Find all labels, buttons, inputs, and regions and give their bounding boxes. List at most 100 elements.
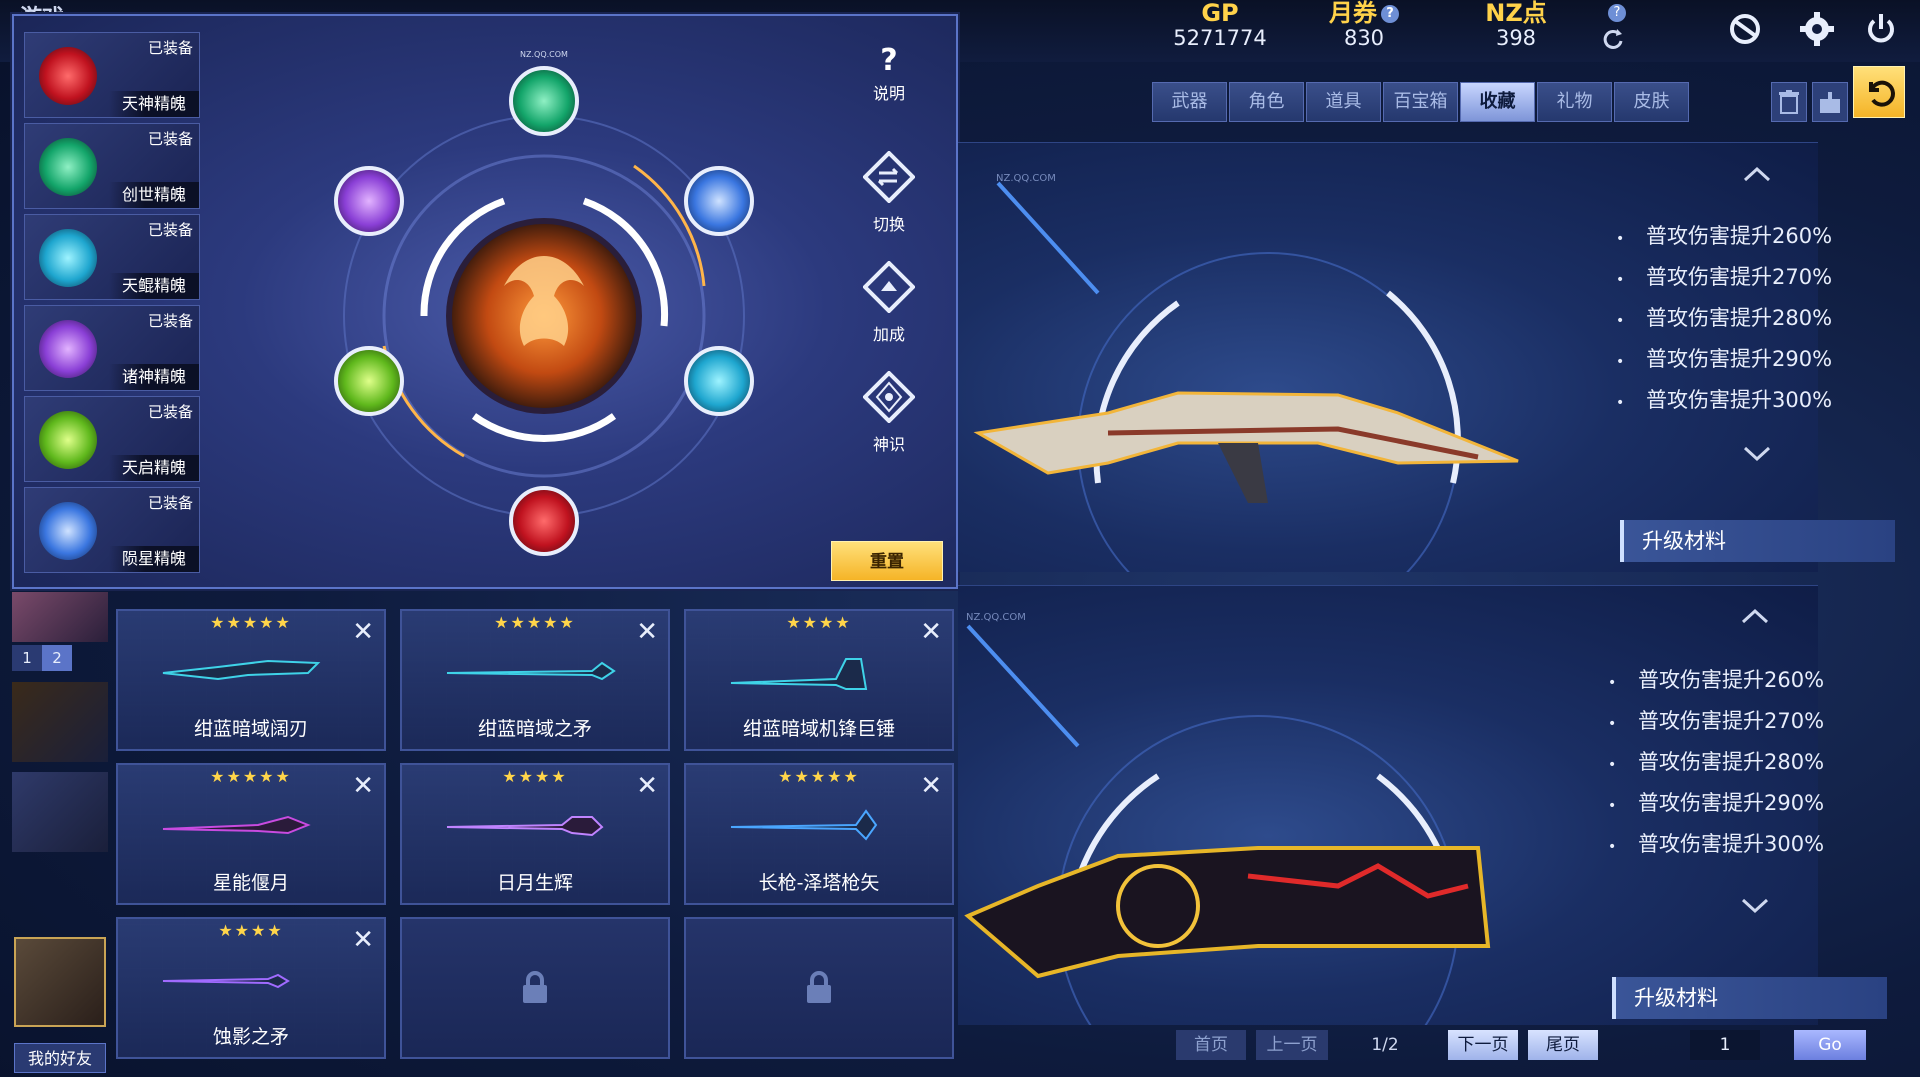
star-rating: ★★★★★ bbox=[210, 767, 292, 786]
remove-icon[interactable]: ✕ bbox=[636, 619, 658, 645]
star-rating: ★★★★ bbox=[502, 767, 568, 786]
upgrade-materials-bar[interactable]: 升级材料 bbox=[1612, 977, 1887, 1019]
gift-box-icon[interactable] bbox=[1812, 82, 1848, 122]
scroll-up-icon[interactable] bbox=[1740, 606, 1770, 626]
tab-weapons[interactable]: 武器 bbox=[1152, 82, 1227, 122]
weapon-thumbnail[interactable] bbox=[12, 772, 108, 852]
weapon-slot[interactable]: ★★★★ ✕ 绀蓝暗域机锋巨锤 bbox=[684, 609, 954, 751]
tab-characters[interactable]: 角色 bbox=[1229, 82, 1304, 122]
tab-gifts[interactable]: 礼物 bbox=[1537, 82, 1612, 122]
headset-icon[interactable] bbox=[1722, 6, 1768, 52]
soul-item-tianshen[interactable]: 已装备 天神精魄 bbox=[24, 32, 200, 118]
help-icon[interactable]: ? bbox=[1381, 5, 1399, 23]
weapon-slot[interactable]: ★★★★ ✕ 蚀影之矛 bbox=[116, 917, 386, 1059]
scroll-down-icon[interactable] bbox=[1742, 444, 1772, 464]
monthly-ticket-counter: 月券? 830 bbox=[1304, 0, 1424, 50]
reset-button[interactable]: 重置 bbox=[831, 541, 943, 581]
avatar[interactable] bbox=[12, 592, 108, 642]
tab-items[interactable]: 道具 bbox=[1306, 82, 1381, 122]
stat-list-2: • 普攻伤害提升260% • 普攻伤害提升270% • 普攻伤害提升280% • 普攻伤… bbox=[1608, 660, 1878, 865]
scroll-down-icon[interactable] bbox=[1740, 896, 1770, 916]
divine-sense-button[interactable]: 神识 bbox=[854, 370, 924, 455]
soul-name: 天鲲精魄 bbox=[109, 273, 199, 299]
last-page-button[interactable]: 尾页 bbox=[1528, 1030, 1598, 1060]
next-page-button[interactable]: 下一页 bbox=[1448, 1030, 1518, 1060]
soul-orb-icon bbox=[39, 138, 97, 196]
go-button[interactable]: Go bbox=[1794, 1030, 1866, 1060]
my-friends-button[interactable]: 我的好友 bbox=[14, 1043, 106, 1073]
star-rating: ★★★★ bbox=[218, 921, 284, 940]
power-icon[interactable] bbox=[1858, 6, 1904, 52]
stat-line: • 普攻伤害提升300% bbox=[1608, 832, 1825, 856]
weapon-image bbox=[162, 973, 290, 989]
soul-item-yunxing[interactable]: 已装备 陨星精魄 bbox=[24, 487, 200, 573]
weapon-slot[interactable]: ★★★★★ ✕ 星能偃月 bbox=[116, 763, 386, 905]
side-page-1[interactable]: 1 bbox=[12, 645, 42, 671]
stat-line: • 普攻伤害提升260% bbox=[1616, 224, 1833, 248]
weapon-thumbnail[interactable] bbox=[12, 682, 108, 762]
lock-icon bbox=[807, 971, 831, 1003]
upgrade-materials-bar[interactable]: 升级材料 bbox=[1620, 520, 1895, 562]
equipped-badge: 已装备 bbox=[147, 312, 193, 330]
remove-icon[interactable]: ✕ bbox=[636, 773, 658, 799]
switch-label: 切换 bbox=[872, 215, 905, 234]
soul-item-tianqi[interactable]: 已装备 天启精魄 bbox=[24, 396, 200, 482]
soul-slot-upper-left[interactable] bbox=[334, 166, 404, 236]
help-icon[interactable]: ? bbox=[1608, 4, 1626, 22]
trash-icon[interactable] bbox=[1771, 82, 1807, 122]
weapon-slot[interactable]: ★★★★ ✕ 日月生辉 bbox=[400, 763, 670, 905]
equipped-badge: 已装备 bbox=[147, 130, 193, 148]
soul-orb-icon bbox=[39, 411, 97, 469]
remove-icon[interactable]: ✕ bbox=[352, 927, 374, 953]
remove-icon[interactable]: ✕ bbox=[352, 773, 374, 799]
star-rating: ★★★★★ bbox=[210, 613, 292, 632]
soul-name: 创世精魄 bbox=[109, 182, 199, 208]
tab-collection[interactable]: 收藏 bbox=[1460, 82, 1535, 122]
remove-icon[interactable]: ✕ bbox=[920, 619, 942, 645]
locked-slot[interactable] bbox=[400, 917, 670, 1059]
tab-skins[interactable]: 皮肤 bbox=[1614, 82, 1689, 122]
refresh-icon[interactable]: ? bbox=[1590, 4, 1636, 52]
soul-name: 天神精魄 bbox=[109, 91, 199, 117]
divine-sense-icon bbox=[862, 370, 916, 424]
remove-icon[interactable]: ✕ bbox=[920, 773, 942, 799]
gear-icon[interactable] bbox=[1794, 6, 1840, 52]
player-card[interactable] bbox=[14, 937, 106, 1027]
soul-item-chuangshi[interactable]: 已装备 创世精魄 bbox=[24, 123, 200, 209]
soul-item-tiankun[interactable]: 已装备 天鲲精魄 bbox=[24, 214, 200, 300]
undo-icon bbox=[1869, 80, 1895, 107]
stat-line: • 普攻伤害提升300% bbox=[1616, 388, 1833, 412]
soul-orb-icon bbox=[39, 47, 97, 105]
page-indicator: 1/2 bbox=[1371, 1035, 1399, 1055]
help-button[interactable]: ? 说明 bbox=[854, 46, 924, 104]
weapon-name: 长枪-泽塔枪矢 bbox=[758, 872, 880, 894]
tab-treasure-box[interactable]: 百宝箱 bbox=[1383, 82, 1458, 122]
page-input[interactable]: 1 bbox=[1690, 1030, 1760, 1060]
nz-points-counter: NZ点 398 bbox=[1456, 0, 1576, 50]
remove-icon[interactable]: ✕ bbox=[352, 619, 374, 645]
soul-slot-lower-left[interactable] bbox=[334, 346, 404, 416]
prev-page-button[interactable]: 上一页 bbox=[1256, 1030, 1328, 1060]
soul-dialog: 已装备 天神精魄 已装备 创世精魄 已装备 天鲲精魄 已装备 诸神精魄 已装备 bbox=[12, 14, 958, 589]
side-page-2[interactable]: 2 bbox=[42, 645, 72, 671]
soul-slot-top[interactable] bbox=[509, 66, 579, 136]
switch-button[interactable]: 切换 bbox=[854, 150, 924, 235]
bonus-icon bbox=[862, 260, 916, 314]
weapon-image bbox=[162, 815, 311, 835]
bonus-button[interactable]: 加成 bbox=[854, 260, 924, 345]
soul-item-zhushen[interactable]: 已装备 诸神精魄 bbox=[24, 305, 200, 391]
stat-line: • 普攻伤害提升270% bbox=[1608, 709, 1825, 733]
soul-slot-upper-right[interactable] bbox=[684, 166, 754, 236]
first-page-button[interactable]: 首页 bbox=[1176, 1030, 1246, 1060]
soul-slot-bottom[interactable] bbox=[509, 486, 579, 556]
locked-slot[interactable] bbox=[684, 917, 954, 1059]
soul-slot-lower-right[interactable] bbox=[684, 346, 754, 416]
back-button[interactable] bbox=[1853, 66, 1905, 118]
weapon-slot[interactable]: ★★★★★ ✕ 绀蓝暗域之矛 bbox=[400, 609, 670, 751]
weapon-slot[interactable]: ★★★★★ ✕ 长枪-泽塔枪矢 bbox=[684, 763, 954, 905]
soul-orb-icon bbox=[39, 320, 97, 378]
scroll-up-icon[interactable] bbox=[1742, 164, 1772, 184]
stat-line: • 普攻伤害提升290% bbox=[1616, 347, 1833, 371]
weapon-image bbox=[162, 659, 321, 681]
weapon-slot[interactable]: ★★★★★ ✕ 绀蓝暗域阔刃 bbox=[116, 609, 386, 751]
